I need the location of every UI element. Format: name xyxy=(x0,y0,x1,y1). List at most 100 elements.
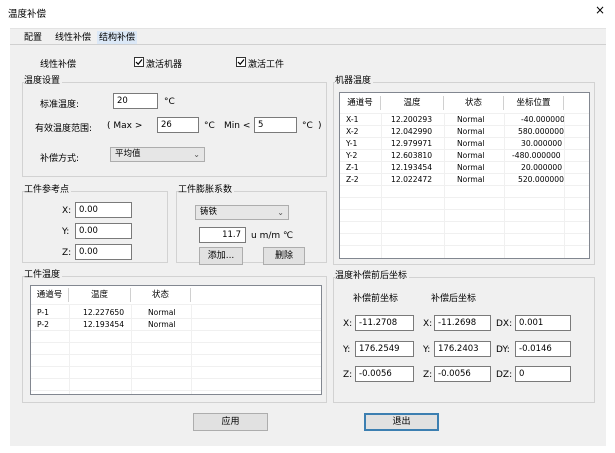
column-header[interactable]: 状态 xyxy=(131,288,191,302)
table-cell: 12.193454 xyxy=(83,320,125,329)
table-cell: Normal xyxy=(457,127,485,136)
tab-linear-compensation[interactable]: 线性补偿 xyxy=(53,31,93,45)
ref-y-input[interactable]: 0.00 xyxy=(75,223,132,239)
exit-button[interactable]: 退出 xyxy=(364,413,439,431)
workpiece-temperature-table[interactable]: 通道号 温度 状态 P-1 12.227650 Normal P-2 12.19… xyxy=(30,285,322,395)
min-temperature-unit: °C xyxy=(302,121,313,131)
close-icon[interactable]: × xyxy=(591,2,609,18)
before-compensation-label: 补偿前坐标 xyxy=(353,294,399,304)
tab-config[interactable]: 配置 xyxy=(22,31,44,45)
check-icon xyxy=(135,59,143,66)
coord-y-label: Y: xyxy=(343,345,351,355)
table-cell: 12.200293 xyxy=(391,115,433,124)
ref-x-label: X: xyxy=(62,206,72,216)
table-cell: 580.000000 xyxy=(518,127,564,136)
table-cell: 12.022472 xyxy=(391,175,433,184)
ref-z-input[interactable]: 0.00 xyxy=(75,244,132,260)
expansion-coefficient-unit: u m/m ℃ xyxy=(251,231,294,241)
dy-field[interactable]: -0.0146 xyxy=(515,341,571,357)
max-temperature-unit: °C xyxy=(204,121,215,131)
temperature-settings-title: 温度设置 xyxy=(24,76,63,87)
column-header[interactable]: 通道号 xyxy=(340,96,381,110)
table-cell: 520.000000 xyxy=(518,175,564,184)
standard-temperature-input[interactable]: 20 xyxy=(113,93,158,109)
column-header[interactable]: 通道号 xyxy=(31,288,69,302)
min-label: Min < xyxy=(224,121,251,131)
table-cell: 12.193454 xyxy=(391,163,433,172)
y-after-field[interactable]: 176.2403 xyxy=(434,341,491,357)
column-header[interactable]: 温度 xyxy=(69,288,131,302)
dx-label: DX: xyxy=(496,319,513,329)
apply-button[interactable]: 应用 xyxy=(193,413,268,431)
table-cell: Z-2 xyxy=(346,175,359,184)
x-before-field[interactable]: -11.2708 xyxy=(355,315,414,331)
compensation-method-select[interactable]: 平均值 ⌄ xyxy=(110,147,205,162)
compensation-method-value: 平均值 xyxy=(115,149,141,159)
ref-y-label: Y: xyxy=(62,227,70,237)
column-header[interactable]: 坐标位置 xyxy=(504,96,564,110)
standard-temperature-unit: °C xyxy=(164,97,175,107)
table-cell: Normal xyxy=(148,320,176,329)
workpiece-reference-title: 工件参考点 xyxy=(24,185,72,196)
activate-machine-checkbox[interactable] xyxy=(134,57,144,67)
activate-workpiece-checkbox[interactable] xyxy=(236,57,246,67)
table-cell: -480.000000 xyxy=(512,151,561,160)
expansion-coefficient-title: 工件膨胀系数 xyxy=(178,185,235,196)
tab-structure-compensation[interactable]: 结构补偿 xyxy=(97,31,138,45)
activate-workpiece-label: 激活工件 xyxy=(248,60,285,70)
table-cell: P-1 xyxy=(37,308,49,317)
dx-field[interactable]: 0.001 xyxy=(515,315,571,331)
coord-x-after-label: X: xyxy=(423,319,433,329)
machine-temperature-table[interactable]: 通道号 温度 状态 坐标位置 X-1 12.200293 Normal -40.… xyxy=(339,92,590,259)
y-before-field[interactable]: 176.2549 xyxy=(355,341,414,357)
coord-x-label: X: xyxy=(343,319,353,329)
add-material-button[interactable]: 添加... xyxy=(199,247,243,265)
chevron-down-icon: ⌄ xyxy=(277,208,284,217)
compensation-coordinates-title: 温度补偿前后坐标 xyxy=(335,271,410,282)
material-value: 铸铁 xyxy=(200,207,218,217)
coord-z-label: Z: xyxy=(343,370,353,380)
check-icon xyxy=(237,59,245,66)
table-cell: Normal xyxy=(457,139,485,148)
table-cell: Normal xyxy=(457,115,485,124)
z-before-field[interactable]: -0.0056 xyxy=(355,366,414,382)
table-cell: P-2 xyxy=(37,320,49,329)
dy-label: DY: xyxy=(496,345,510,355)
table-cell: Y-2 xyxy=(346,151,358,160)
table-cell: Z-1 xyxy=(346,163,359,172)
temperature-compensation-window: 温度补偿 × 配置 线性补偿 结构补偿 线性补偿 激活机器 激活工件 温度设置 … xyxy=(0,0,615,453)
table-cell: 12.042990 xyxy=(391,127,433,136)
table-cell: Normal xyxy=(457,151,485,160)
coord-z-after-label: Z: xyxy=(423,370,433,380)
table-cell: 12.227650 xyxy=(83,308,125,317)
column-header[interactable]: 温度 xyxy=(381,96,444,110)
table-cell: -40.000000 xyxy=(521,115,565,124)
compensation-method-label: 补偿方式: xyxy=(40,154,80,164)
standard-temperature-label: 标准温度: xyxy=(40,100,80,110)
machine-temperature-title: 机器温度 xyxy=(335,76,374,87)
material-select[interactable]: 铸铁 ⌄ xyxy=(195,205,289,220)
coord-y-after-label: Y: xyxy=(423,345,431,355)
min-temperature-input[interactable]: 5 xyxy=(254,117,297,133)
table-cell: 12.979971 xyxy=(391,139,433,148)
column-header[interactable]: 状态 xyxy=(444,96,504,110)
after-compensation-label: 补偿后坐标 xyxy=(431,294,477,304)
z-after-field[interactable]: -0.0056 xyxy=(434,366,491,382)
valid-range-label: 有效温度范围: xyxy=(35,124,93,134)
window-title: 温度补偿 xyxy=(8,9,47,20)
dz-field[interactable]: 0 xyxy=(515,366,571,382)
table-cell: 20.000000 xyxy=(521,163,563,172)
table-cell: Normal xyxy=(457,175,485,184)
table-cell: X-1 xyxy=(346,115,359,124)
dz-label: DZ: xyxy=(496,370,513,380)
max-label: ( Max > xyxy=(107,121,143,131)
max-temperature-input[interactable]: 26 xyxy=(157,117,199,133)
delete-material-button[interactable]: 删除 xyxy=(263,247,305,265)
tab-divider xyxy=(10,44,606,45)
ref-x-input[interactable]: 0.00 xyxy=(75,202,132,218)
x-after-field[interactable]: -11.2698 xyxy=(434,315,491,331)
table-cell: 30.000000 xyxy=(521,139,563,148)
table-cell: Y-1 xyxy=(346,139,358,148)
table-cell: Normal xyxy=(148,308,176,317)
expansion-coefficient-input[interactable]: 11.7 xyxy=(199,227,246,243)
